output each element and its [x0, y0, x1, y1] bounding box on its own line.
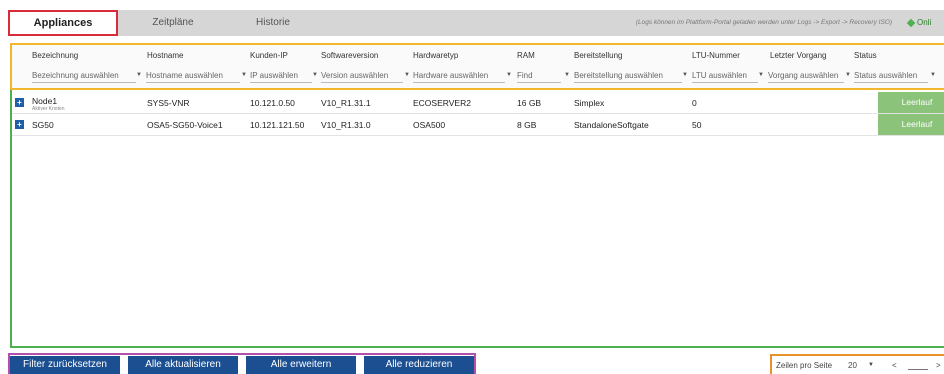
online-diamond-icon — [906, 18, 916, 28]
prev-page-button[interactable]: < — [892, 361, 897, 370]
filter-ram[interactable]: Find — [517, 71, 561, 83]
col-title-hardwaretyp[interactable]: Hardwaretyp — [413, 51, 458, 60]
cell-ltu: 0 — [692, 98, 697, 108]
filter-ltu[interactable]: LTU auswählen — [692, 71, 758, 83]
col-title-softwareversion[interactable]: Softwareversion — [321, 51, 378, 60]
next-page-button[interactable]: > — [936, 361, 941, 370]
filter-status[interactable]: Status auswählen — [854, 71, 928, 83]
logs-note: (Logs können im Plattform-Portal geladen… — [635, 19, 892, 26]
filter-vorgang[interactable]: Vorgang auswählen — [768, 71, 844, 83]
chevron-down-icon[interactable]: ▼ — [682, 72, 688, 78]
col-title-letzter-vorgang[interactable]: Letzter Vorgang — [770, 51, 826, 60]
appliance-table: + Node1 Aktiver Knoten SYS5-VNR 10.121.0… — [10, 90, 944, 348]
online-label: Onli — [917, 18, 932, 27]
chevron-down-icon[interactable]: ▼ — [312, 72, 318, 78]
col-title-hostname[interactable]: Hostname — [147, 51, 183, 60]
col-title-status[interactable]: Status — [854, 51, 877, 60]
cell-ram: 8 GB — [517, 120, 537, 130]
filter-version[interactable]: Version auswählen — [321, 71, 403, 83]
rows-per-page-select[interactable]: 20 — [848, 361, 857, 370]
cell-ram: 16 GB — [517, 98, 542, 108]
cell-hardware: ECOSERVER2 — [413, 98, 471, 108]
status-badge: Leerlauf — [878, 92, 944, 113]
filter-hostname[interactable]: Hostname auswählen — [146, 71, 240, 83]
table-row[interactable]: + SG50 OSA5-SG50-Voice1 10.121.121.50 V1… — [12, 114, 944, 136]
tab-historie[interactable]: Historie — [228, 10, 318, 36]
chevron-down-icon[interactable]: ▼ — [136, 72, 142, 78]
pagination: Zeilen pro Seite 20 ▼ < > — [770, 354, 944, 374]
chevron-down-icon[interactable]: ▼ — [241, 72, 247, 78]
filter-hardware[interactable]: Hardware auswählen — [413, 71, 505, 83]
col-title-ram[interactable]: RAM — [517, 51, 535, 60]
collapse-all-button[interactable]: Alle reduzieren — [364, 356, 474, 374]
chevron-down-icon[interactable]: ▼ — [930, 72, 936, 78]
expand-icon[interactable]: + — [15, 98, 24, 107]
chevron-down-icon[interactable]: ▼ — [564, 72, 570, 78]
cell-name-sub: Aktiver Knoten — [32, 106, 65, 112]
tab-bar: Appliances Zeitpläne Historie (Logs könn… — [0, 0, 944, 38]
cell-hostname: OSA5-SG50-Voice1 — [147, 120, 223, 130]
online-status: Onli — [906, 10, 932, 36]
cell-version: V10_R1.31.1 — [321, 98, 371, 108]
chevron-down-icon[interactable]: ▼ — [506, 72, 512, 78]
chevron-down-icon[interactable]: ▼ — [404, 72, 410, 78]
expand-all-button[interactable]: Alle erweitern — [246, 356, 356, 374]
cell-deploy: Simplex — [574, 98, 605, 108]
filter-bereitstellung[interactable]: Bereitstellung auswählen — [574, 71, 682, 83]
expand-icon[interactable]: + — [15, 120, 24, 129]
chevron-down-icon[interactable]: ▼ — [845, 72, 851, 78]
filter-header: Bezeichnung Hostname Kunden-IP Softwarev… — [10, 43, 944, 90]
col-title-ltu-nummer[interactable]: LTU-Nummer — [692, 51, 740, 60]
chevron-down-icon[interactable]: ▼ — [758, 72, 764, 78]
cell-hostname: SYS5-VNR — [147, 98, 190, 108]
reset-filter-button[interactable]: Filter zurücksetzen — [10, 356, 120, 374]
col-title-bezeichnung[interactable]: Bezeichnung — [32, 51, 78, 60]
chevron-down-icon[interactable]: ▼ — [868, 362, 874, 368]
status-badge: Leerlauf — [878, 114, 944, 135]
cell-deploy: StandaloneSoftgate — [574, 120, 649, 130]
page-number-input[interactable] — [908, 361, 928, 370]
col-title-kunden-ip[interactable]: Kunden-IP — [250, 51, 288, 60]
update-all-button[interactable]: Alle aktualisieren — [128, 356, 238, 374]
cell-ip: 10.121.0.50 — [250, 98, 295, 108]
col-title-bereitstellung[interactable]: Bereitstellung — [574, 51, 622, 60]
cell-ltu: 50 — [692, 120, 702, 130]
tab-appliances[interactable]: Appliances — [8, 10, 118, 36]
rows-per-page-label: Zeilen pro Seite — [776, 361, 833, 370]
filter-ip[interactable]: IP auswählen — [250, 71, 312, 83]
tab-zeitplaene[interactable]: Zeitpläne — [118, 10, 228, 36]
cell-name: SG50 — [32, 120, 54, 130]
cell-hardware: OSA500 — [413, 120, 446, 130]
table-row[interactable]: + Node1 Aktiver Knoten SYS5-VNR 10.121.0… — [12, 92, 944, 114]
cell-name: Node1 — [32, 96, 58, 106]
filter-bezeichnung[interactable]: Bezeichnung auswählen — [32, 71, 136, 83]
cell-ip: 10.121.121.50 — [250, 120, 305, 130]
cell-version: V10_R1.31.0 — [321, 120, 371, 130]
